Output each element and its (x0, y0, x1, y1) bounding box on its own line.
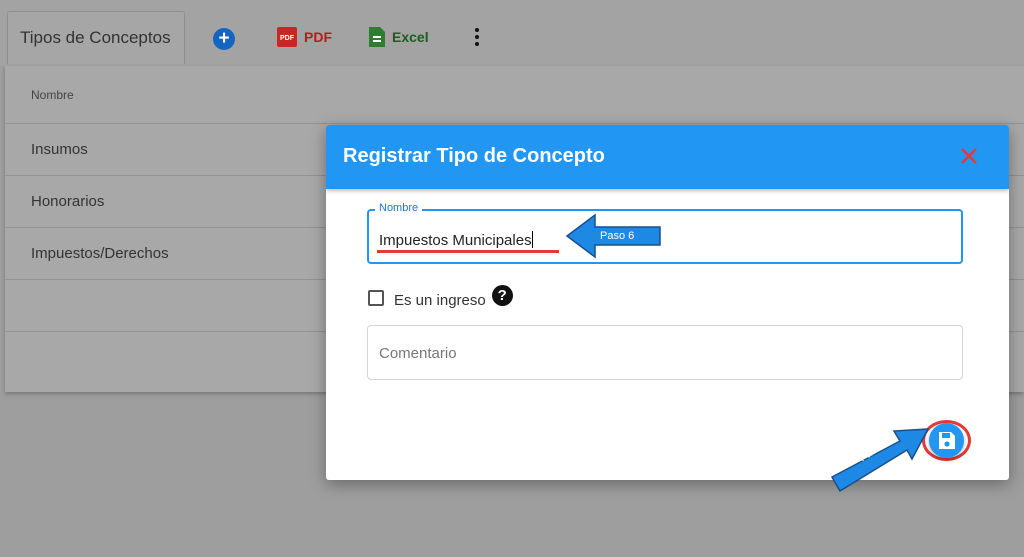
save-floppy-icon (939, 432, 955, 449)
dialog-header: Registrar Tipo de Concepto (326, 125, 1009, 189)
excel-file-icon (369, 27, 385, 47)
svg-text:PDF: PDF (280, 35, 295, 42)
comment-field[interactable]: Comentario (367, 325, 963, 380)
pdf-label: PDF (304, 29, 332, 45)
step7-arrow (830, 428, 930, 493)
help-circle-icon[interactable]: ? (491, 284, 513, 306)
text-caret (531, 231, 533, 248)
comment-placeholder: Comentario (379, 345, 457, 362)
tab-label: Tipos de Conceptos (20, 28, 171, 47)
column-header-nombre: Nombre (31, 88, 74, 102)
more-vertical-icon[interactable] (470, 28, 484, 50)
ingreso-checkbox[interactable] (368, 290, 384, 306)
pdf-export-button[interactable]: PDF PDF (276, 26, 332, 48)
table-cell: Honorarios (31, 193, 105, 210)
save-button[interactable] (929, 423, 964, 458)
pdf-file-icon: PDF (277, 27, 297, 47)
excel-export-button[interactable]: Excel (368, 26, 429, 48)
excel-label: Excel (392, 29, 429, 45)
table-header: Nombre (5, 66, 1024, 124)
ingreso-checkbox-label: Es un ingreso (394, 291, 486, 309)
highlight-underline (377, 250, 559, 253)
nombre-field-label: Nombre (375, 202, 423, 214)
step6-label: Paso 6 (600, 230, 635, 242)
toolbar: Tipos de Conceptos + PDF PDF Excel (0, 0, 1024, 66)
nombre-field-value-wrap: Impuestos Municipales (379, 231, 533, 249)
dialog-title: Registrar Tipo de Concepto (343, 145, 605, 167)
tab-tipos-de-conceptos[interactable]: Tipos de Conceptos (7, 11, 185, 64)
plus-circle-icon[interactable]: + (213, 28, 235, 50)
nombre-field-value: Impuestos Municipales (379, 232, 532, 249)
ingreso-checkbox-row: Es un ingreso ? (368, 284, 513, 310)
close-icon[interactable] (958, 145, 980, 167)
table-cell: Insumos (31, 141, 88, 158)
table-cell: Impuestos/Derechos (31, 245, 169, 262)
nombre-field[interactable]: Nombre Impuestos Municipales (367, 202, 963, 264)
